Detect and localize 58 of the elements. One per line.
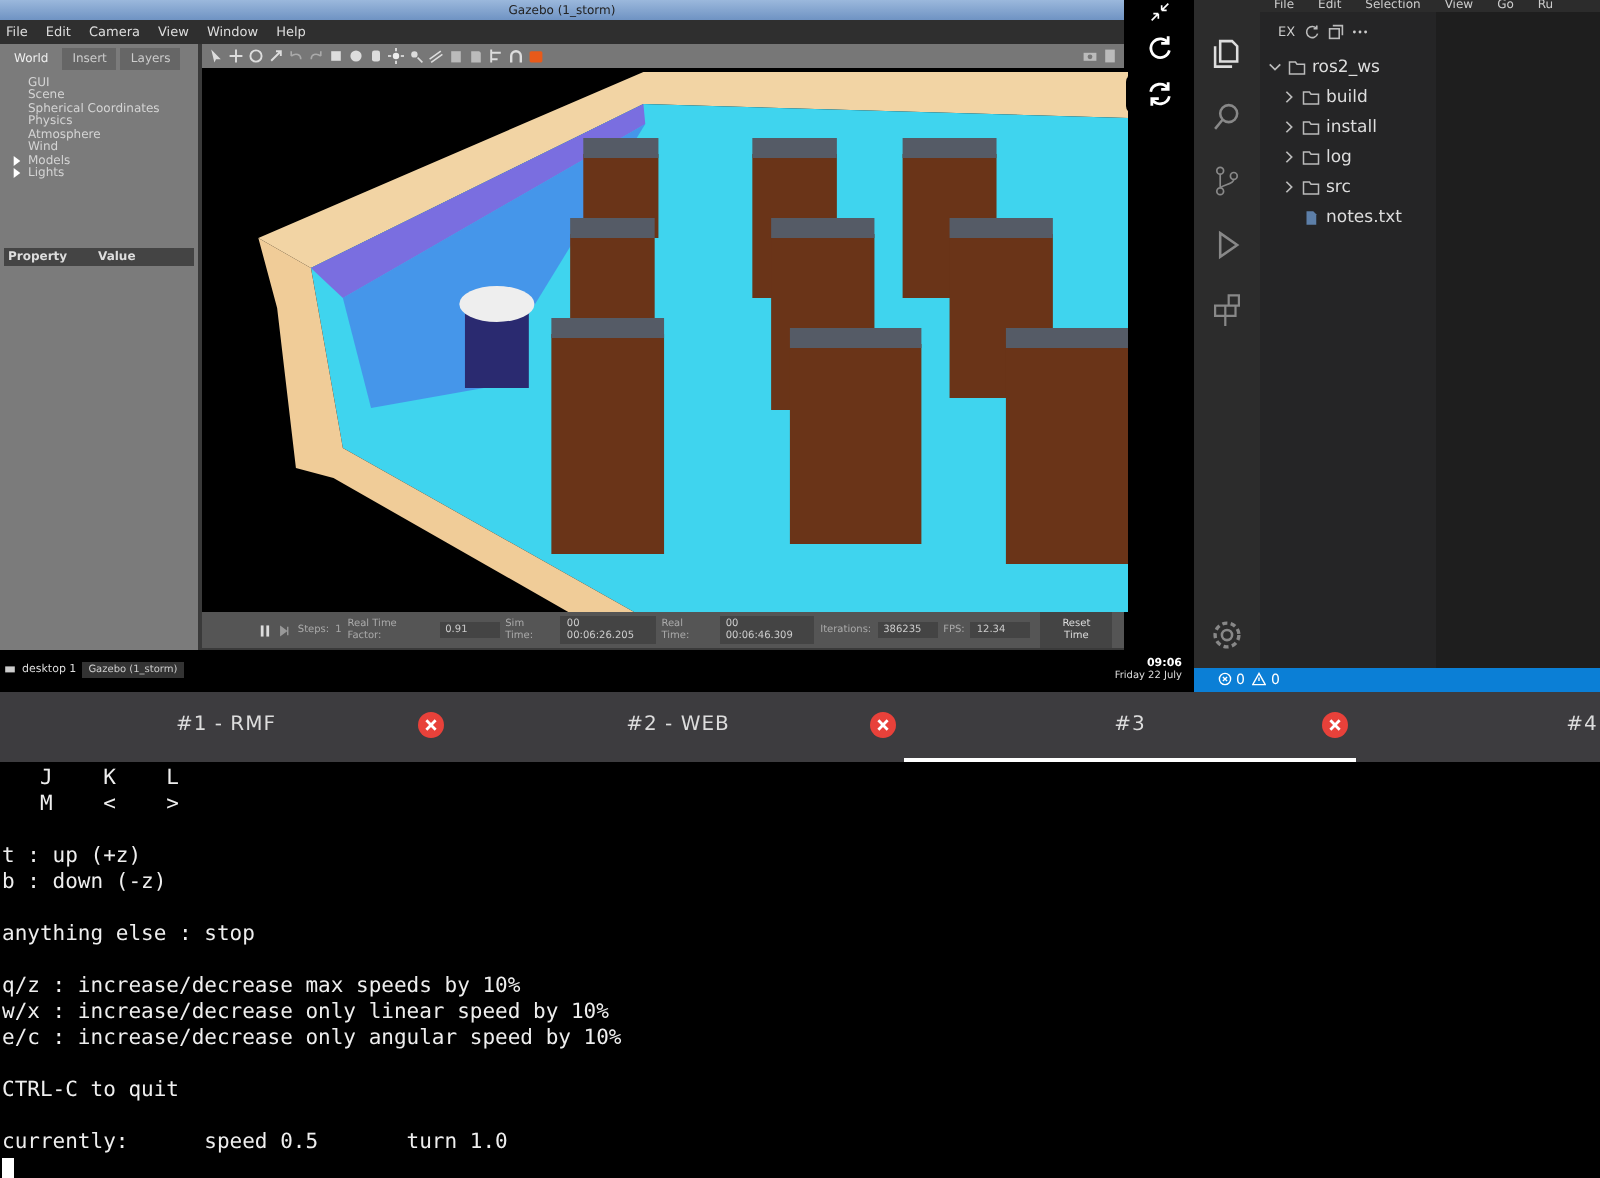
terminal-line: M < > [37, 792, 182, 818]
tree-item[interactable]: install [1326, 117, 1377, 137]
extensions-icon[interactable] [1210, 292, 1244, 326]
tree-item[interactable]: notes.txt [1326, 207, 1402, 227]
terminal-line: b : down (-z) [2, 870, 169, 896]
terminal-line: q/z : increase/decrease max speeds by 10% [2, 974, 523, 1000]
tree-item[interactable]: src [1326, 177, 1351, 197]
chevron-icon[interactable] [1282, 180, 1296, 194]
magnet-icon[interactable] [508, 48, 524, 64]
terminal-line: t : up (+z) [2, 844, 144, 870]
search-icon[interactable] [1210, 100, 1244, 134]
refresh-icon [1146, 34, 1174, 62]
terminal-line: w/x : increase/decrease only linear speed by 10% [2, 1000, 611, 1026]
branch-icon[interactable] [1210, 164, 1244, 198]
pause-icon[interactable] [258, 623, 272, 637]
expand-arrow-icon[interactable] [12, 155, 22, 166]
camera-icon[interactable] [1082, 48, 1098, 64]
warning-icon[interactable] [1252, 672, 1267, 687]
file-icon [1302, 209, 1320, 225]
terminal-line: CTRL-C to quit [2, 1078, 182, 1104]
monitor-icon [4, 664, 16, 676]
terminal-line: J K L [37, 766, 182, 792]
terminal-line: e/c : increase/decrease only angular speed by 10% [2, 1026, 624, 1052]
box-icon[interactable] [328, 48, 344, 64]
step-icon[interactable] [277, 623, 292, 637]
select-arrow-icon[interactable] [208, 48, 224, 64]
collapse-arrows-icon [1150, 1, 1170, 21]
close-icon[interactable] [418, 711, 444, 738]
rotate-icon[interactable] [248, 48, 264, 64]
sphere-icon[interactable] [348, 48, 364, 64]
terminal-line: currently: speed 0.5 turn 1.0 [2, 1130, 510, 1156]
chevron-icon[interactable] [1282, 120, 1296, 134]
move-icon[interactable] [228, 48, 244, 64]
tree-item[interactable]: ros2_ws [1312, 57, 1380, 77]
text-cursor [2, 1158, 14, 1178]
terminal-line: anything else : stop [2, 922, 257, 948]
chevron-icon[interactable] [1282, 150, 1296, 164]
collapse-all-icon[interactable] [1327, 24, 1344, 40]
expand-arrow-icon[interactable] [12, 168, 22, 179]
cylinder-icon[interactable] [368, 48, 384, 64]
tree-item[interactable]: log [1326, 147, 1352, 167]
close-icon[interactable] [1322, 711, 1348, 738]
sync-icon [1146, 80, 1174, 108]
lines-icon[interactable] [428, 48, 444, 64]
terminal-tab[interactable]: #4 [1356, 691, 1600, 762]
align-icon[interactable] [488, 48, 504, 64]
error-icon[interactable] [1218, 672, 1232, 687]
settings-icon[interactable] [1210, 617, 1244, 652]
files-icon[interactable] [1210, 36, 1244, 70]
sun-icon[interactable] [388, 48, 404, 64]
chevron-icon[interactable] [1268, 60, 1282, 74]
tree-item[interactable]: build [1326, 87, 1368, 107]
scale-icon[interactable] [268, 48, 284, 64]
terminal-tab[interactable]: #2 - WEB [452, 691, 904, 762]
chevron-icon[interactable] [1282, 90, 1296, 104]
terminal-tab[interactable]: #1 - RMF [0, 691, 452, 762]
close-icon[interactable] [870, 711, 896, 738]
refresh-icon[interactable] [1303, 24, 1320, 40]
